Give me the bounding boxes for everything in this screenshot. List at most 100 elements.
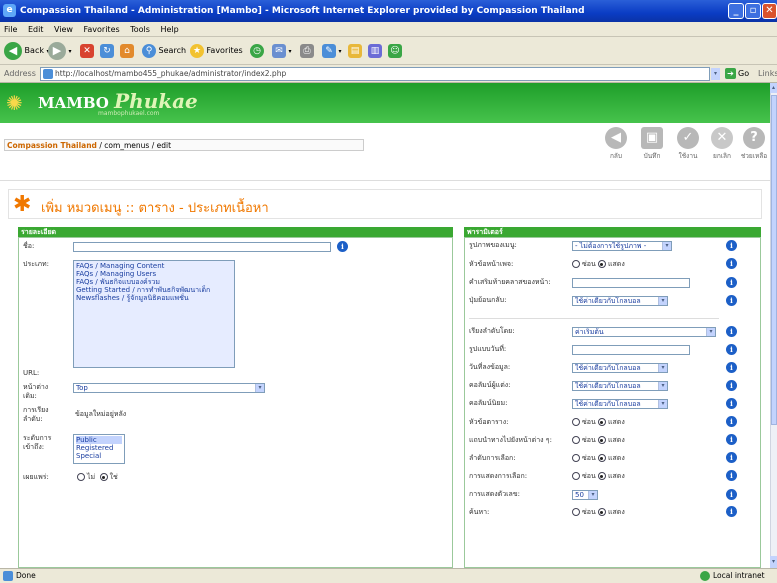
messenger-button[interactable]: ☺ xyxy=(388,41,402,61)
window-select[interactable]: Top ▾ xyxy=(73,383,265,393)
info-icon[interactable]: i xyxy=(726,506,737,517)
info-icon[interactable]: i xyxy=(726,416,737,427)
show-radio[interactable] xyxy=(597,454,606,462)
refresh-button[interactable]: ↻ xyxy=(100,41,114,61)
info-icon[interactable]: i xyxy=(726,258,737,269)
address-input[interactable]: http://localhost/mambo455_phukae/adminis… xyxy=(40,67,710,81)
chevron-down-icon: ▾ xyxy=(658,297,667,305)
show-radio[interactable] xyxy=(597,260,606,268)
info-icon[interactable]: i xyxy=(726,452,737,463)
info-icon[interactable]: i xyxy=(726,277,737,288)
hide-radio[interactable] xyxy=(572,436,580,444)
scrollbar-thumb[interactable] xyxy=(771,95,777,425)
menu-edit[interactable]: Edit xyxy=(24,22,48,37)
type-option[interactable]: FAQs / Managing Content xyxy=(76,262,232,270)
details-heading: รายละเอียด xyxy=(18,227,453,237)
scroll-down-icon[interactable]: ▾ xyxy=(770,556,777,568)
go-button[interactable]: Go xyxy=(738,65,749,83)
home-button[interactable]: ⌂ xyxy=(120,41,134,61)
info-icon[interactable]: i xyxy=(726,380,737,391)
show-radio[interactable] xyxy=(597,436,606,444)
back-label: Back xyxy=(24,46,44,55)
info-icon[interactable]: i xyxy=(726,489,737,500)
hide-radio[interactable] xyxy=(572,454,580,462)
info-icon[interactable]: i xyxy=(726,326,737,337)
author-column-select[interactable]: ใช้ค่าเดียวกับโกลบอล ▾ xyxy=(572,381,668,391)
hide-radio[interactable] xyxy=(572,260,580,268)
tool-back-button[interactable]: ◀ กลับ xyxy=(598,127,634,161)
display-number-select[interactable]: 50 ▾ xyxy=(572,490,598,500)
search-button[interactable]: ⚲ Search xyxy=(142,41,186,61)
favorites-button[interactable]: ★ Favorites xyxy=(190,41,243,61)
access-option[interactable]: Special xyxy=(76,452,122,460)
info-icon[interactable]: i xyxy=(726,344,737,355)
published-no-radio[interactable] xyxy=(77,473,85,481)
discuss-button[interactable]: ▤ xyxy=(348,41,362,61)
param-label: เรียงลำดับโดย: xyxy=(469,327,515,335)
menu-bar: File Edit View Favorites Tools Help xyxy=(0,22,777,37)
info-icon[interactable]: i xyxy=(726,470,737,481)
type-option[interactable]: Getting Started / การทำพันธกิจพัฒนาเด็ก xyxy=(76,286,232,294)
access-option[interactable]: Registered xyxy=(76,444,122,452)
show-radio[interactable] xyxy=(597,418,606,426)
research-button[interactable]: ▥ xyxy=(368,41,382,61)
type-listbox[interactable]: FAQs / Managing Content FAQs / Managing … xyxy=(73,260,235,368)
scroll-up-icon[interactable]: ▴ xyxy=(770,83,777,93)
edit-button[interactable]: ✎ ▾ xyxy=(322,41,342,61)
mail-button[interactable]: ✉ ▾ xyxy=(272,41,292,61)
hide-label: ซ่อน xyxy=(582,260,596,268)
info-icon[interactable]: i xyxy=(726,398,737,409)
menu-help[interactable]: Help xyxy=(156,22,182,37)
maximize-button[interactable]: ▫ xyxy=(745,3,761,19)
menu-file[interactable]: File xyxy=(0,22,21,37)
search-icon: ⚲ xyxy=(142,43,156,58)
info-icon[interactable]: i xyxy=(726,434,737,445)
tool-cancel-button[interactable]: ✕ ยกเลิก xyxy=(704,127,740,161)
published-yes-radio[interactable] xyxy=(99,473,108,481)
order-by-select[interactable]: ค่าเริ่มต้น ▾ xyxy=(572,327,716,337)
menu-favorites[interactable]: Favorites xyxy=(80,22,124,37)
menu-tools[interactable]: Tools xyxy=(126,22,154,37)
date-column-select[interactable]: ใช้ค่าเดียวกับโกลบอล ▾ xyxy=(572,363,668,373)
info-icon[interactable]: i xyxy=(726,362,737,373)
chevron-down-icon: ▾ xyxy=(662,242,671,250)
hits-column-select[interactable]: ใช้ค่าเดียวกับโกลบอล ▾ xyxy=(572,399,668,409)
tool-apply-button[interactable]: ✓ ใช้งาน xyxy=(670,127,706,161)
param-label: ปุ่มย้อนกลับ: xyxy=(469,296,507,304)
type-option[interactable]: FAQs / Managing Users xyxy=(76,270,232,278)
print-button[interactable]: ⎙ xyxy=(300,41,314,61)
page-class-suffix-input[interactable] xyxy=(572,278,690,288)
tool-save-button[interactable]: ▣ บันทึก xyxy=(634,127,670,161)
back-button[interactable]: ◀ Back ▾ xyxy=(4,41,50,61)
go-arrow-icon[interactable]: ➔ xyxy=(725,68,736,79)
links-button[interactable]: Links xyxy=(758,65,777,83)
menu-image-select[interactable]: - ไม่ต้องการใช้รูปภาพ - ▾ xyxy=(572,241,672,251)
name-input[interactable] xyxy=(73,242,331,252)
tool-help-button[interactable]: ? ช่วยเหลือ xyxy=(736,127,772,161)
param-label: ค้นหา: xyxy=(469,508,490,516)
menu-view[interactable]: View xyxy=(50,22,77,37)
stop-button[interactable]: ✕ xyxy=(80,41,94,61)
back-button-select[interactable]: ใช้ค่าเดียวกับโกลบอล ▾ xyxy=(572,296,668,306)
date-format-input[interactable] xyxy=(572,345,690,355)
info-icon[interactable]: i xyxy=(726,240,737,251)
hide-radio[interactable] xyxy=(572,508,580,516)
type-option[interactable]: Newsflashes / รู้จักมูลนิธิคอมแพชั่น xyxy=(76,294,232,302)
type-option[interactable]: FAQs / พันธกิจแบบองค์รวม xyxy=(76,278,232,286)
info-icon[interactable]: i xyxy=(726,295,737,306)
address-dropdown-icon[interactable]: ▾ xyxy=(711,68,720,80)
forward-button[interactable]: ▶ ▾ xyxy=(48,41,72,61)
minimize-button[interactable]: _ xyxy=(728,3,744,19)
show-radio[interactable] xyxy=(597,472,606,480)
breadcrumb-site[interactable]: Compassion Thailand xyxy=(7,141,97,150)
history-button[interactable]: ◷ xyxy=(250,41,264,61)
access-listbox[interactable]: Public Registered Special xyxy=(73,434,125,464)
name-info-icon[interactable]: i xyxy=(337,241,348,252)
show-radio[interactable] xyxy=(597,508,606,516)
close-button[interactable]: ✕ xyxy=(762,3,777,19)
hide-radio[interactable] xyxy=(572,418,580,426)
folder-icon: ▤ xyxy=(348,43,362,58)
access-option[interactable]: Public xyxy=(76,436,122,444)
navigation-radios: ซ่อน แสดง xyxy=(572,435,625,445)
hide-radio[interactable] xyxy=(572,472,580,480)
